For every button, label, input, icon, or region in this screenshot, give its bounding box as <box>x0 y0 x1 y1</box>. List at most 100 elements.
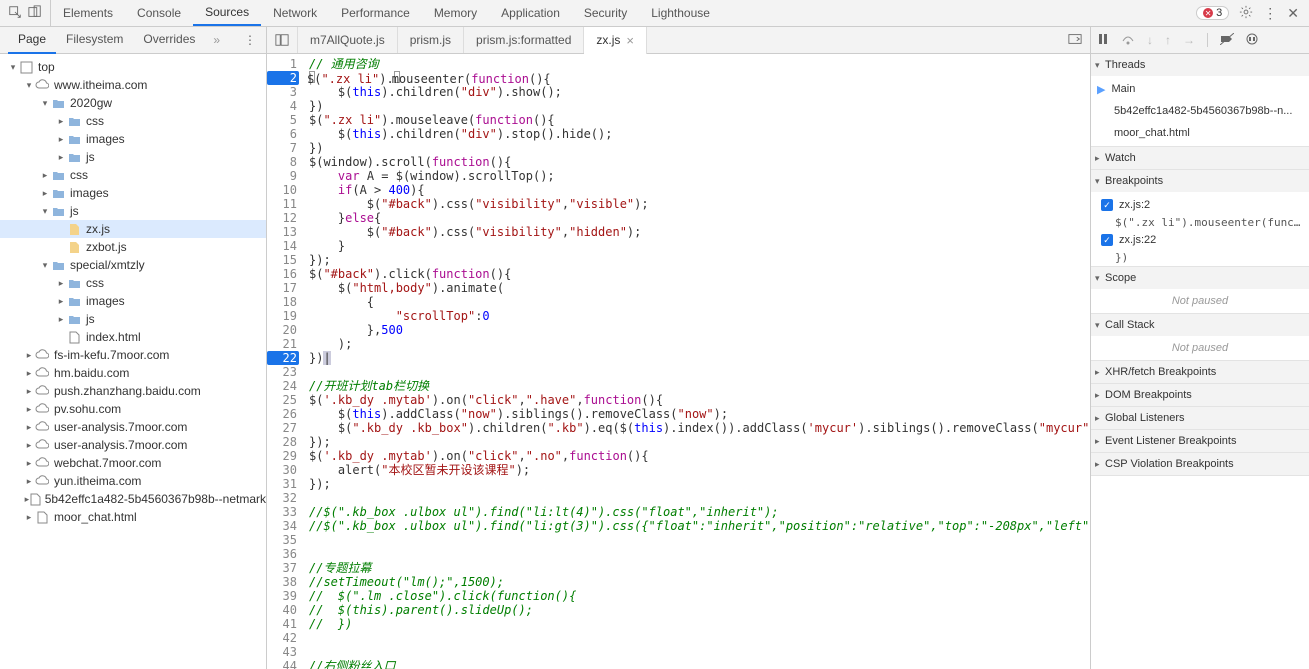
step-icon[interactable]: → <box>1183 33 1195 47</box>
tree-item[interactable]: ▾special/xmtzly <box>0 256 266 274</box>
error-count-badge[interactable]: ✕ 3 <box>1196 6 1229 20</box>
tree-arrow-icon[interactable]: ▸ <box>56 116 66 127</box>
line-number[interactable]: 36 <box>267 547 299 561</box>
line-number[interactable]: 30 <box>267 463 299 477</box>
tree-item[interactable]: ▾2020gw <box>0 94 266 112</box>
main-tab-network[interactable]: Network <box>261 0 329 26</box>
line-number[interactable]: 32 <box>267 491 299 505</box>
line-number[interactable]: 21 <box>267 337 299 351</box>
tree-item[interactable]: ▸images <box>0 292 266 310</box>
line-number[interactable]: 14 <box>267 239 299 253</box>
code-line[interactable]: { <box>309 295 1090 309</box>
line-number[interactable]: 25 <box>267 393 299 407</box>
code-line[interactable]: //专题拉幕 <box>309 561 1090 575</box>
breakpoint-item[interactable]: ✓zx.js:22 <box>1091 229 1309 251</box>
line-number[interactable]: 22 <box>267 351 299 365</box>
debug-section-header[interactable]: ▸Global Listeners <box>1091 407 1309 429</box>
tree-item[interactable]: ▸moor_chat.html <box>0 508 266 526</box>
tree-item[interactable]: ▾js <box>0 202 266 220</box>
line-number[interactable]: 6 <box>267 127 299 141</box>
watch-section-header[interactable]: ▸Watch <box>1091 147 1309 169</box>
code-line[interactable]: $(this).addClass("now").siblings().remov… <box>309 407 1090 421</box>
tree-arrow-icon[interactable]: ▸ <box>40 170 50 181</box>
code-line[interactable]: $(this).children("div").show(); <box>309 85 1090 99</box>
code-line[interactable]: $("#back").click(function(){ <box>309 267 1090 281</box>
tree-arrow-icon[interactable]: ▸ <box>24 458 34 469</box>
code-line[interactable]: $('.kb_dy .mytab').on("click",".have",fu… <box>309 393 1090 407</box>
tree-arrow-icon[interactable]: ▾ <box>40 206 50 217</box>
tree-arrow-icon[interactable]: ▾ <box>40 260 50 271</box>
deactivate-breakpoints-icon[interactable] <box>1220 33 1234 48</box>
breakpoint-item[interactable]: ✓zx.js:2 <box>1091 194 1309 216</box>
line-number[interactable]: 40 <box>267 603 299 617</box>
code-line[interactable]: //$(".kb_box .ulbox ul").find("li:lt(4)"… <box>309 505 1090 519</box>
tree-arrow-icon[interactable]: ▾ <box>40 98 50 109</box>
main-tab-lighthouse[interactable]: Lighthouse <box>639 0 722 26</box>
tree-arrow-icon[interactable]: ▸ <box>24 386 34 397</box>
checkbox-icon[interactable]: ✓ <box>1101 234 1113 246</box>
line-number[interactable]: 37 <box>267 561 299 575</box>
callstack-section-header[interactable]: ▾Call Stack <box>1091 314 1309 336</box>
code-line[interactable]: $("html,body").animate( <box>309 281 1090 295</box>
close-icon[interactable]: ✕ <box>1287 5 1299 22</box>
inspect-element-icon[interactable] <box>8 5 22 22</box>
tree-item[interactable]: ▸css <box>0 274 266 292</box>
line-number[interactable]: 4 <box>267 99 299 113</box>
main-tab-performance[interactable]: Performance <box>329 0 422 26</box>
line-number[interactable]: 23 <box>267 365 299 379</box>
code-line[interactable]: //开班计划tab栏切换 <box>309 379 1090 393</box>
line-number[interactable]: 41 <box>267 617 299 631</box>
tree-arrow-icon[interactable]: ▸ <box>56 134 66 145</box>
line-number[interactable]: 1 <box>267 57 299 71</box>
line-number[interactable]: 43 <box>267 645 299 659</box>
line-number[interactable]: 28 <box>267 435 299 449</box>
code-line[interactable]: }else{ <box>309 211 1090 225</box>
tree-item[interactable]: zxbot.js <box>0 238 266 256</box>
step-out-icon[interactable]: ↑ <box>1165 33 1171 47</box>
code-line[interactable] <box>309 365 1090 379</box>
debug-section-header[interactable]: ▸CSP Violation Breakpoints <box>1091 453 1309 475</box>
code-line[interactable] <box>309 645 1090 659</box>
tree-item[interactable]: ▸js <box>0 148 266 166</box>
file-navigator-toggle-icon[interactable] <box>267 27 298 53</box>
code-line[interactable]: }); <box>309 477 1090 491</box>
tree-arrow-icon[interactable]: ▸ <box>56 152 66 163</box>
code-line[interactable]: },500 <box>309 323 1090 337</box>
threads-section-header[interactable]: ▾Threads <box>1091 54 1309 76</box>
code-line[interactable]: "scrollTop":0 <box>309 309 1090 323</box>
close-icon[interactable]: × <box>626 33 634 48</box>
code-line[interactable]: } <box>309 239 1090 253</box>
code-line[interactable] <box>309 547 1090 561</box>
line-number[interactable]: 39 <box>267 589 299 603</box>
code-line[interactable]: }) <box>309 141 1090 155</box>
code-content[interactable]: // 通用咨询$(".zx li").mouseenter(function()… <box>305 54 1090 669</box>
line-number[interactable]: 11 <box>267 197 299 211</box>
tree-item[interactable]: ▸user-analysis.7moor.com <box>0 436 266 454</box>
code-line[interactable]: $('.kb_dy .mytab').on("click",".no",func… <box>309 449 1090 463</box>
tree-item[interactable]: ▾www.itheima.com <box>0 76 266 94</box>
thread-item[interactable]: 5b42effc1a482-5b4560367b98b--n... <box>1091 100 1309 122</box>
tree-item[interactable]: ▾top <box>0 58 266 76</box>
line-number[interactable]: 33 <box>267 505 299 519</box>
tree-item[interactable]: ▸css <box>0 112 266 130</box>
line-number[interactable]: 5 <box>267 113 299 127</box>
main-tab-console[interactable]: Console <box>125 0 193 26</box>
code-line[interactable]: //右侧粉丝入口 <box>309 659 1090 669</box>
line-number[interactable]: 2 <box>267 71 299 85</box>
editor-overflow-icon[interactable] <box>1060 32 1090 49</box>
tree-arrow-icon[interactable]: ▸ <box>56 278 66 289</box>
line-number[interactable]: 15 <box>267 253 299 267</box>
main-tab-application[interactable]: Application <box>489 0 572 26</box>
tree-arrow-icon[interactable]: ▸ <box>24 350 34 361</box>
tree-item[interactable]: ▸5b42effc1a482-5b4560367b98b--netmark <box>0 490 266 508</box>
code-line[interactable]: $("#back").css("visibility","hidden"); <box>309 225 1090 239</box>
line-number[interactable]: 24 <box>267 379 299 393</box>
code-line[interactable]: var A = $(window).scrollTop(); <box>309 169 1090 183</box>
tree-item[interactable]: ▸images <box>0 130 266 148</box>
line-number[interactable]: 27 <box>267 421 299 435</box>
pause-icon[interactable] <box>1097 33 1109 48</box>
code-line[interactable]: }) <box>309 99 1090 113</box>
code-line[interactable] <box>309 631 1090 645</box>
main-tab-memory[interactable]: Memory <box>422 0 489 26</box>
code-line[interactable]: alert("本校区暂未开设该课程"); <box>309 463 1090 477</box>
